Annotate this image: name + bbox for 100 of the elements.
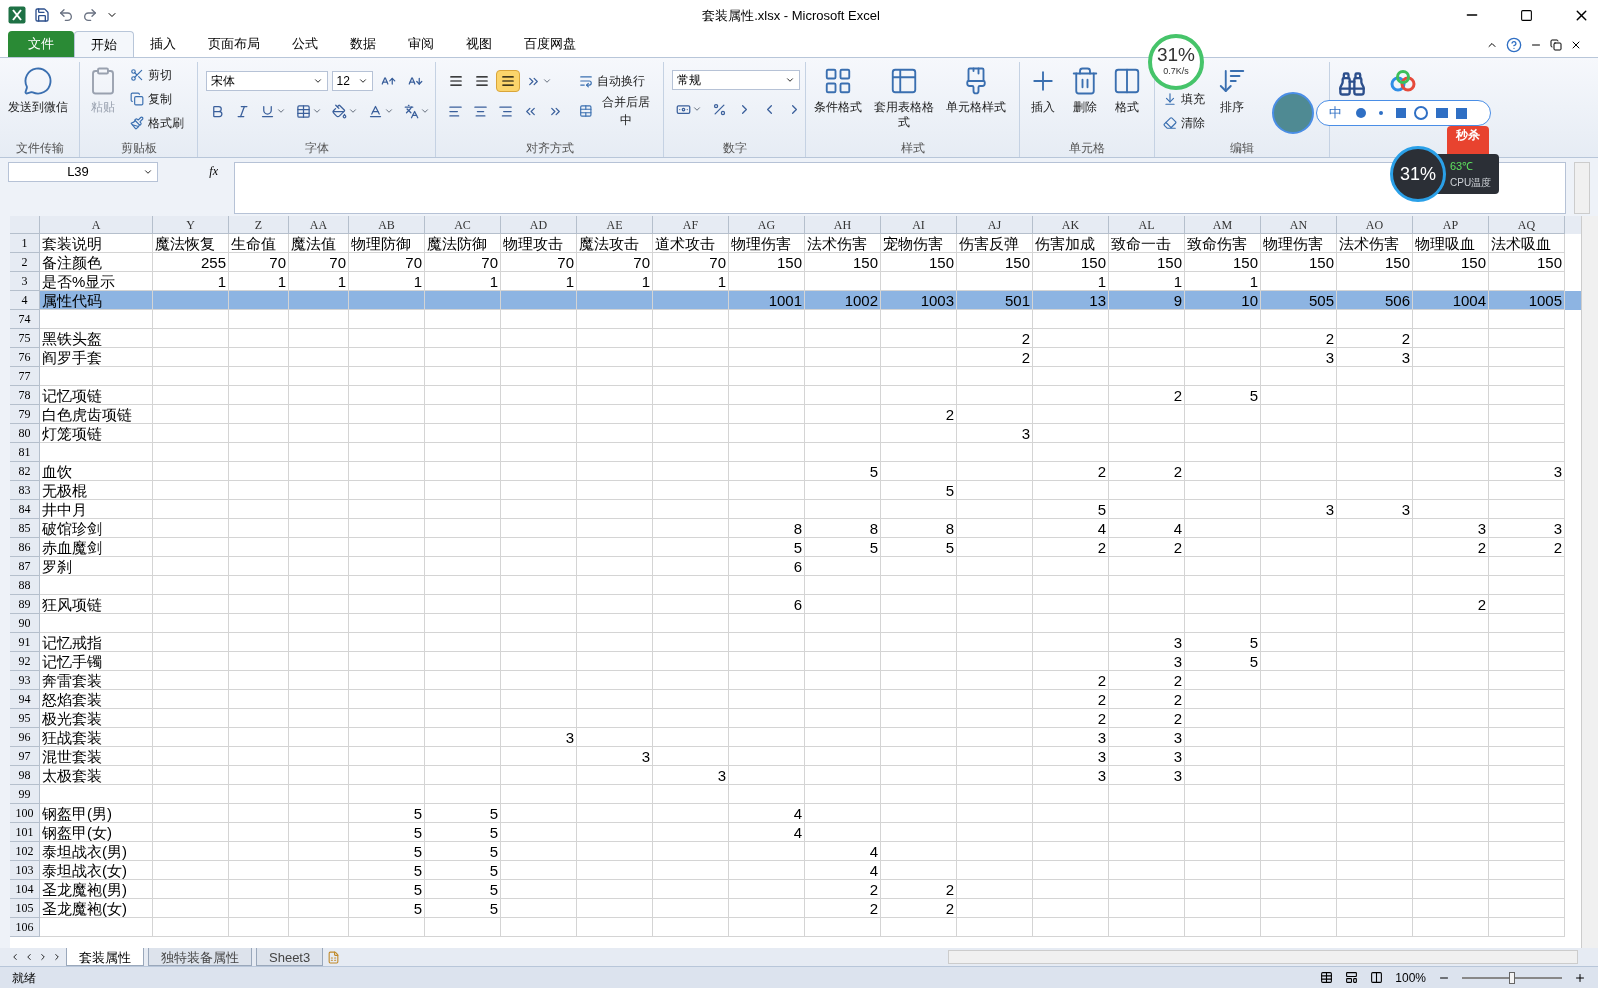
formula-input[interactable] — [234, 162, 1566, 214]
restore-icon[interactable] — [1550, 39, 1562, 51]
vertical-align-button[interactable] — [496, 70, 520, 92]
row-header[interactable]: 74 — [10, 310, 40, 329]
ribbon-button[interactable]: 删除 — [1066, 62, 1104, 115]
ribbon-button[interactable]: 发送到微信 — [4, 62, 72, 115]
sheet-tab[interactable]: Sheet3 — [256, 948, 324, 966]
row-header[interactable]: 75 — [10, 329, 40, 348]
network-meter[interactable]: 31% 0.7K/s — [1148, 34, 1204, 90]
row-header[interactable]: 87 — [10, 557, 40, 576]
normal-view-icon[interactable] — [1320, 971, 1334, 984]
dropdown-field[interactable]: 常规 — [672, 70, 800, 90]
ribbon-tab[interactable]: 公式 — [276, 31, 334, 57]
undo-icon[interactable] — [58, 7, 74, 23]
ribbon-tab[interactable]: 插入 — [134, 31, 192, 57]
dropdown-field[interactable]: 宋体 — [206, 71, 328, 91]
caret-icon — [542, 76, 552, 86]
row-header[interactable]: 78 — [10, 386, 40, 405]
row-header[interactable]: 95 — [10, 709, 40, 728]
row-header[interactable]: 99 — [10, 785, 40, 804]
ribbon-tab[interactable]: 视图 — [450, 31, 508, 57]
row-header[interactable]: 79 — [10, 405, 40, 424]
row-header[interactable]: 104 — [10, 880, 40, 899]
row-header[interactable]: 2 — [10, 253, 40, 272]
binoculars-icon[interactable] — [1338, 70, 1366, 98]
ime-mode[interactable]: 中 — [1329, 103, 1342, 123]
scissors-icon — [130, 68, 144, 82]
row-header[interactable]: 92 — [10, 652, 40, 671]
ribbon-button[interactable]: 剪切 — [126, 64, 188, 86]
row-header[interactable]: 94 — [10, 690, 40, 709]
page-break-icon[interactable] — [1370, 971, 1384, 984]
dropdown-field[interactable]: 12 — [331, 71, 373, 91]
row-header[interactable]: 85 — [10, 519, 40, 538]
row-header[interactable]: 100 — [10, 804, 40, 823]
row-header[interactable]: 98 — [10, 766, 40, 785]
ribbon-button[interactable]: 自动换行 — [579, 70, 655, 92]
row-header[interactable]: 88 — [10, 576, 40, 595]
zoom-level[interactable]: 100% — [1395, 968, 1426, 987]
row-header[interactable]: 82 — [10, 462, 40, 481]
ribbon-button[interactable]: 格式刷 — [126, 112, 188, 134]
file-tab[interactable]: 文件 — [8, 31, 74, 57]
vertical-scrollbar[interactable] — [1581, 216, 1598, 948]
ribbon-tab[interactable]: 页面布局 — [192, 31, 276, 57]
ribbon-button[interactable]: 条件格式 — [810, 62, 866, 115]
ribbon-tab[interactable]: 数据 — [334, 31, 392, 57]
zoom-slider-thumb[interactable] — [1509, 971, 1515, 984]
first-sheet-icon[interactable] — [10, 952, 20, 962]
zoom-in-icon[interactable] — [1574, 971, 1586, 984]
row-header[interactable]: 80 — [10, 424, 40, 443]
row-header[interactable]: 101 — [10, 823, 40, 842]
row-header[interactable]: 102 — [10, 842, 40, 861]
maximize-icon[interactable] — [1520, 8, 1533, 22]
row-header[interactable]: 90 — [10, 614, 40, 633]
ime-toolbar[interactable]: 中 — [1316, 100, 1491, 126]
ribbon-button[interactable]: 清除 — [1159, 112, 1209, 134]
row-header[interactable]: 86 — [10, 538, 40, 557]
row-header[interactable]: 1 — [10, 234, 40, 253]
table-cell: 506 — [1337, 291, 1413, 310]
horizontal-scrollbar[interactable] — [948, 950, 1578, 964]
next-sheet-icon[interactable] — [38, 952, 48, 962]
row-header[interactable]: 103 — [10, 861, 40, 880]
name-box[interactable]: L39 — [8, 162, 158, 182]
row-header[interactable]: 105 — [10, 899, 40, 918]
ribbon-tab[interactable]: 审阅 — [392, 31, 450, 57]
row-header[interactable]: 91 — [10, 633, 40, 652]
ribbon-button[interactable]: 复制 — [126, 88, 188, 110]
sheet-tab[interactable]: 套装属性 — [66, 948, 144, 966]
row-header[interactable]: 106 — [10, 918, 40, 937]
ribbon-tab[interactable]: 开始 — [74, 31, 134, 57]
ribbon-button[interactable]: 填充 — [1159, 88, 1209, 110]
row-header[interactable]: 3 — [10, 272, 40, 291]
ribbon-button[interactable]: 单元格样式 — [942, 62, 1010, 115]
row-header[interactable]: 97 — [10, 747, 40, 766]
table-cell: 9 — [1109, 291, 1185, 310]
row-header[interactable]: 76 — [10, 348, 40, 367]
row-header[interactable]: 89 — [10, 595, 40, 614]
ribbon-button[interactable]: 套用表格格式 — [870, 62, 938, 130]
close-icon[interactable] — [1570, 39, 1582, 51]
row-header[interactable]: 4 — [10, 291, 40, 310]
row-header[interactable]: 77 — [10, 367, 40, 386]
row-header[interactable]: 96 — [10, 728, 40, 747]
page-layout-icon[interactable] — [1345, 971, 1359, 984]
sheet-tab[interactable]: 独特装备属性 — [148, 948, 252, 966]
ribbon-button[interactable]: 排序 — [1213, 62, 1251, 115]
ribbon-tab[interactable]: 百度网盘 — [508, 31, 592, 57]
redo-icon[interactable] — [82, 7, 98, 23]
scrollbar[interactable] — [1574, 162, 1590, 214]
row-header[interactable]: 81 — [10, 443, 40, 462]
save-icon[interactable] — [34, 7, 50, 23]
last-sheet-icon[interactable] — [52, 952, 62, 962]
ribbon-button[interactable]: 插入 — [1024, 62, 1062, 115]
ribbon-button[interactable]: 格式 — [1108, 62, 1146, 115]
help-icon[interactable] — [1506, 37, 1522, 53]
align-lines-icon — [501, 74, 515, 88]
prev-sheet-icon[interactable] — [24, 952, 34, 962]
row-header[interactable]: 84 — [10, 500, 40, 519]
function-label[interactable]: fx — [166, 162, 226, 180]
group-label: 数字 — [721, 140, 748, 157]
row-header[interactable]: 83 — [10, 481, 40, 500]
row-header[interactable]: 93 — [10, 671, 40, 690]
